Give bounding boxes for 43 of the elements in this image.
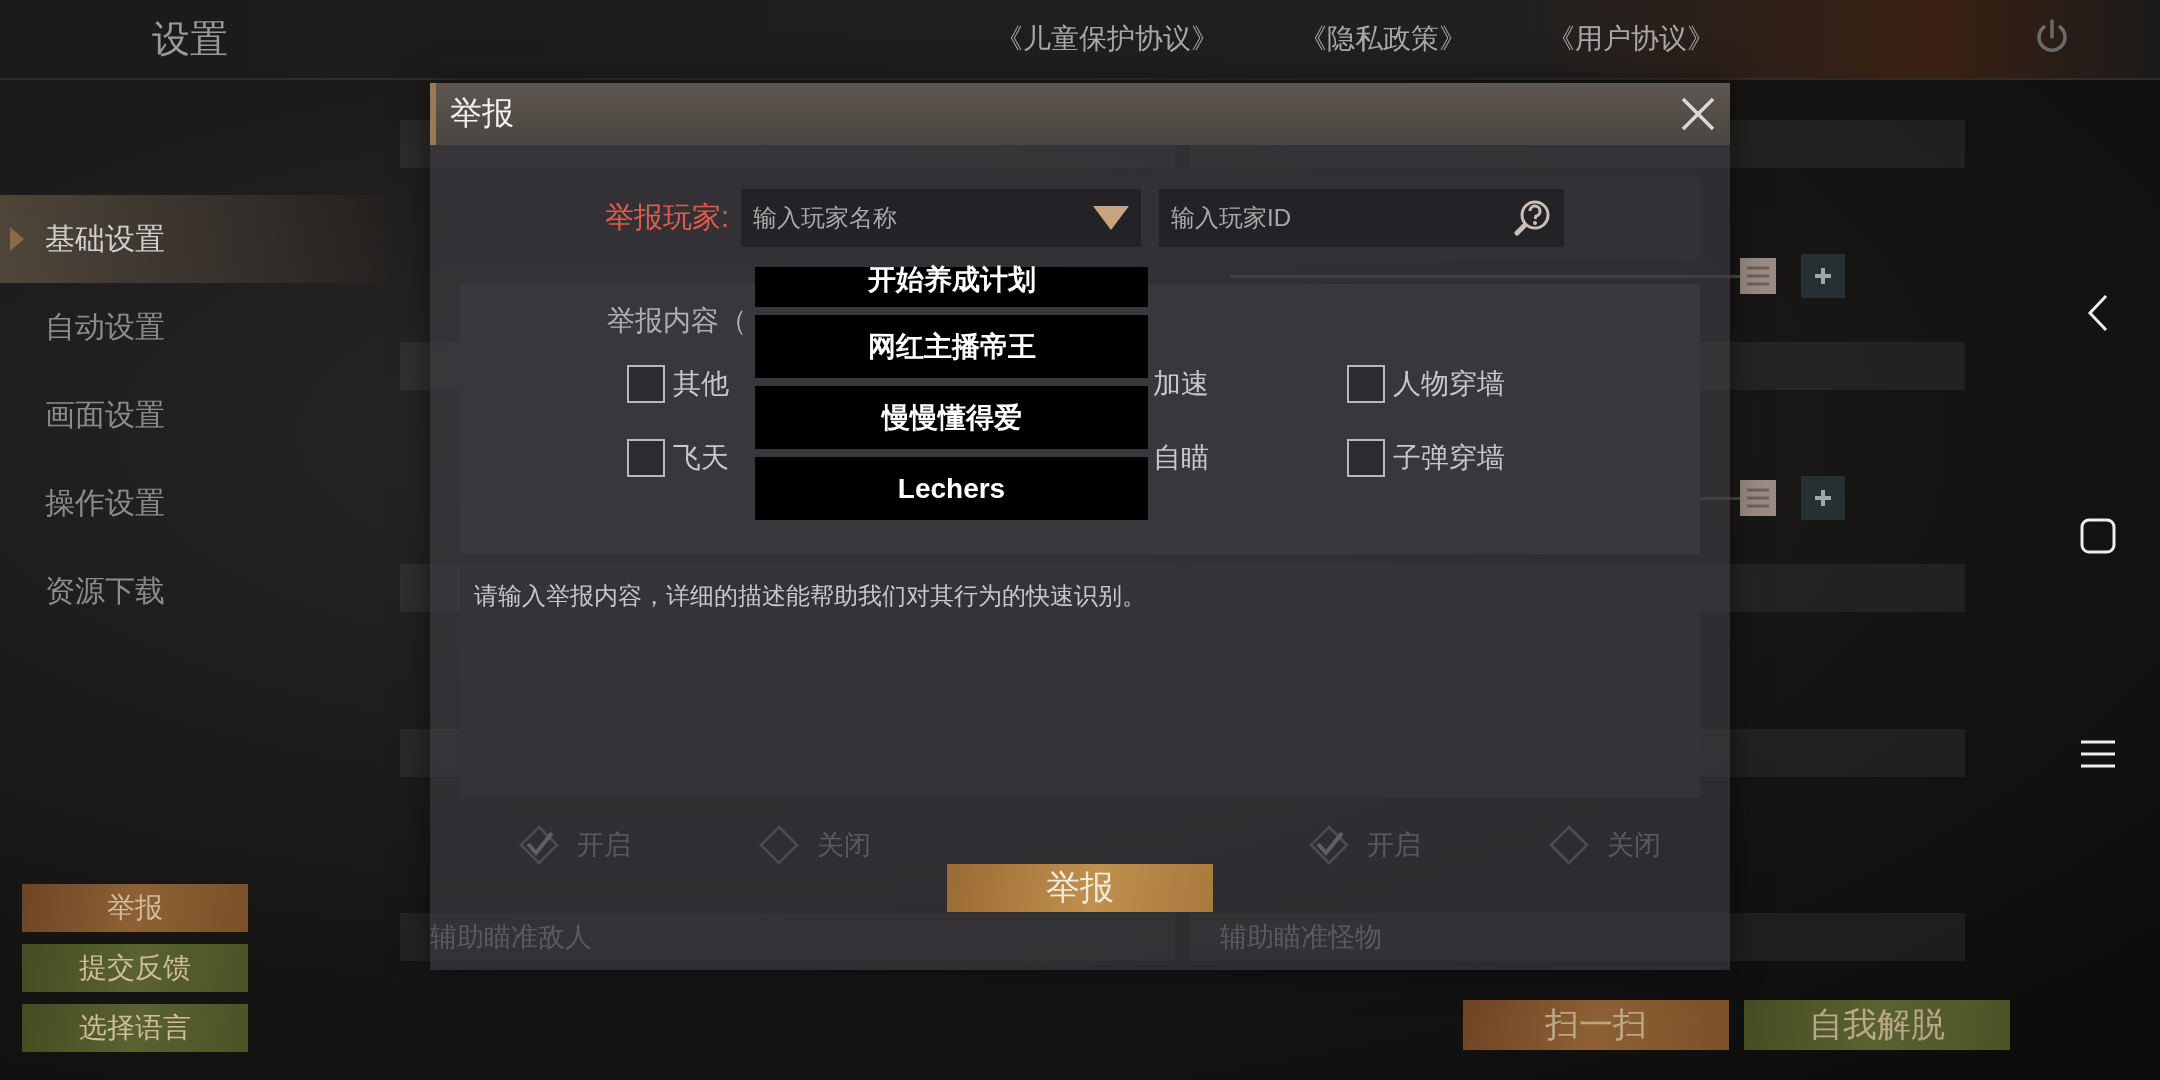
checkbox[interactable]	[627, 439, 665, 477]
back-icon[interactable]	[2085, 293, 2110, 333]
menu-icon[interactable]	[2080, 739, 2115, 769]
sidebar-button[interactable]: 提交反馈	[22, 944, 248, 992]
sidebar-item[interactable]: 资源下载	[0, 547, 400, 635]
field-label: 举报玩家:	[605, 199, 730, 235]
option-label: 其他	[673, 367, 729, 401]
plus-icon	[1813, 488, 1833, 508]
slider-track[interactable]	[1230, 258, 1776, 294]
checkbox[interactable]	[1347, 439, 1385, 477]
sidebar-item[interactable]: 自动设置	[0, 283, 400, 371]
agreement-link[interactable]: 《儿童保护协议》	[995, 20, 1219, 58]
triangle-icon	[10, 227, 24, 251]
player-name-dropdown[interactable]: 输入玩家名称	[741, 188, 1142, 247]
sidebar-button[interactable]: 选择语言	[22, 1004, 248, 1052]
dropdown-option[interactable]: 网红主播帝王	[755, 315, 1148, 378]
player-id-field[interactable]: 输入玩家ID	[1159, 188, 1565, 247]
dropdown-option[interactable]: 慢慢懂得爱	[755, 386, 1148, 449]
option-label: 自瞄	[1153, 441, 1209, 475]
sidebar-item[interactable]: 画面设置	[0, 371, 400, 459]
agreement-link[interactable]: 《隐私政策》	[1299, 20, 1467, 58]
home-icon[interactable]	[2079, 518, 2116, 554]
dropdown-caret-icon	[1093, 205, 1130, 230]
option-label: 人物穿墙	[1393, 367, 1505, 401]
dialog-title: 举报	[450, 94, 514, 133]
dropdown-option[interactable]: Lechers	[755, 457, 1148, 520]
option-label: 子弹穿墙	[1393, 441, 1505, 475]
checkbox[interactable]	[1347, 365, 1385, 403]
page-title: 设置	[151, 16, 229, 62]
plus-button[interactable]	[1801, 254, 1845, 298]
plus-icon	[1813, 266, 1833, 286]
description-field[interactable]: 请输入举报内容，详细的描述能帮助我们对其行为的快速识别。	[460, 568, 1700, 798]
close-icon[interactable]	[1680, 96, 1716, 132]
slider-handle[interactable]	[1740, 258, 1776, 294]
slider-handle[interactable]	[1740, 480, 1776, 516]
checkbox[interactable]	[627, 365, 665, 403]
option-label: 飞天	[673, 441, 729, 475]
plus-button[interactable]	[1801, 476, 1845, 520]
sidebar-item[interactable]: 操作设置	[0, 459, 400, 547]
section-title: 举报内容（	[607, 304, 748, 338]
agreement-link[interactable]: 《用户协议》	[1547, 20, 1715, 58]
dropdown-option[interactable]: 开始养成计划	[755, 267, 1148, 307]
option-label: 加速	[1153, 367, 1209, 401]
